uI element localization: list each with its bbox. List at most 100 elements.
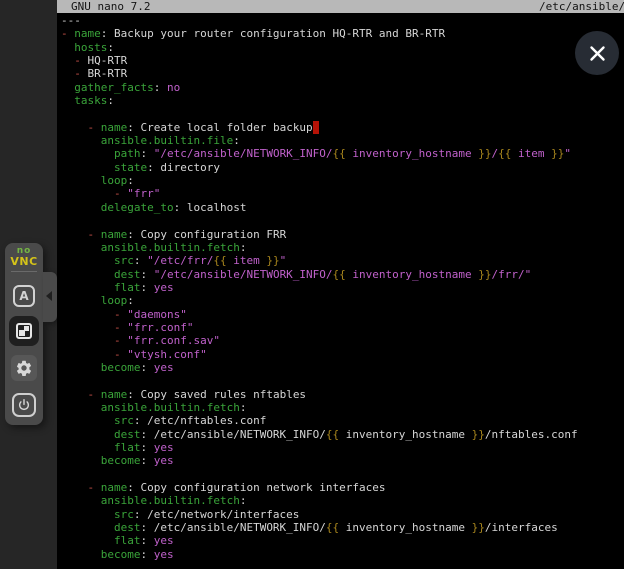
code-token: }} <box>266 254 279 267</box>
code-token: "frr.conf" <box>127 321 193 334</box>
code-token <box>94 481 101 494</box>
terminal-line <box>61 468 624 481</box>
code-token <box>61 187 114 200</box>
toolbar-divider <box>11 271 37 272</box>
code-token: : <box>141 454 154 467</box>
code-token: dest <box>114 268 141 281</box>
code-token: name <box>101 228 128 241</box>
code-token <box>61 414 114 427</box>
letter-a-icon: A <box>19 289 28 303</box>
code-token: ansible.builtin.fetch <box>101 494 240 507</box>
code-token: tasks <box>74 94 107 107</box>
terminal-line: - HQ-RTR <box>61 54 624 67</box>
terminal-line: - "vtysh.conf" <box>61 348 624 361</box>
code-token <box>61 147 114 160</box>
terminal-line: - name: Copy saved rules nftables <box>61 388 624 401</box>
code-token <box>94 388 101 401</box>
terminal-line: dest: /etc/ansible/NETWORK_INFO/{{ inven… <box>61 428 624 441</box>
terminal-line: ansible.builtin.file: <box>61 134 624 147</box>
code-token <box>61 281 114 294</box>
terminal-line: - name: Copy configuration FRR <box>61 228 624 241</box>
code-token: - <box>114 348 121 361</box>
code-token: flat <box>114 281 141 294</box>
code-token: inventory_hostname <box>346 147 478 160</box>
terminal-window[interactable]: GNU nano 7.2 /etc/ansible/b ---- name: B… <box>57 0 624 569</box>
text-cursor <box>313 121 320 134</box>
code-token: - <box>74 54 81 67</box>
code-token <box>61 81 74 94</box>
code-token: name <box>101 388 128 401</box>
code-token: become <box>101 548 141 561</box>
gear-icon <box>15 359 33 377</box>
terminal-line: flat: yes <box>61 441 624 454</box>
terminal-line: - name: Backup your router configuration… <box>61 27 624 40</box>
code-token: "frr" <box>127 187 160 200</box>
code-token: - <box>114 308 121 321</box>
code-token: : localhost <box>174 201 247 214</box>
code-token: {{ <box>333 147 346 160</box>
code-token <box>94 121 101 134</box>
code-token: delegate_to <box>101 201 174 214</box>
terminal-line: - "frr.conf" <box>61 321 624 334</box>
code-token: /frr/" <box>492 268 532 281</box>
code-token <box>61 241 101 254</box>
code-token <box>61 454 101 467</box>
code-token: : <box>107 41 114 54</box>
code-token: : <box>127 294 134 307</box>
terminal-line: become: yes <box>61 454 624 467</box>
code-token: }} <box>472 428 485 441</box>
code-token: : <box>240 401 247 414</box>
terminal-screen[interactable]: ---- name: Backup your router configurat… <box>61 14 624 569</box>
code-token: inventory_hostname <box>346 268 478 281</box>
terminal-line: flat: yes <box>61 534 624 547</box>
code-token <box>61 268 114 281</box>
code-token <box>61 201 101 214</box>
settings-button[interactable] <box>11 355 37 381</box>
code-token: "/etc/ansible/NETWORK_INFO/ <box>154 268 333 281</box>
code-token: : Copy saved rules nftables <box>127 388 306 401</box>
code-token: yes <box>154 534 174 547</box>
chevron-left-icon <box>46 291 52 301</box>
code-token: " <box>280 254 287 267</box>
code-token: : <box>240 494 247 507</box>
terminal-line: --- <box>61 14 624 27</box>
code-token <box>61 548 101 561</box>
code-token: }} <box>478 268 491 281</box>
code-token <box>61 348 114 361</box>
close-icon <box>589 45 606 62</box>
code-token: : <box>107 94 114 107</box>
code-token: {{ <box>326 521 339 534</box>
code-token <box>61 441 114 454</box>
terminal-line: - "daemons" <box>61 308 624 321</box>
code-token: yes <box>154 454 174 467</box>
code-token: yes <box>154 361 174 374</box>
code-token <box>61 388 88 401</box>
code-token: BR-RTR <box>81 67 127 80</box>
code-token: "/etc/ansible/NETWORK_INFO/ <box>154 147 333 160</box>
terminal-line: path: "/etc/ansible/NETWORK_INFO/{{ inve… <box>61 147 624 160</box>
code-token <box>61 161 114 174</box>
terminal-line: - "frr.conf.sav" <box>61 334 624 347</box>
code-token <box>61 254 114 267</box>
code-token: : Copy configuration FRR <box>127 228 286 241</box>
power-icon <box>17 398 31 412</box>
code-token: name <box>74 27 101 40</box>
terminal-line: src: /etc/network/interfaces <box>61 508 624 521</box>
control-bar-handle[interactable] <box>43 272 57 322</box>
power-button[interactable] <box>12 393 36 417</box>
close-button[interactable] <box>575 31 619 75</box>
fullscreen-icon <box>16 323 32 339</box>
code-token: }} <box>551 147 564 160</box>
terminal-line: hosts: <box>61 41 624 54</box>
code-token: {{ <box>213 254 226 267</box>
extra-keys-button[interactable]: A <box>13 285 35 307</box>
code-token: yes <box>154 441 174 454</box>
code-token: path <box>114 147 141 160</box>
code-token: - <box>61 27 68 40</box>
code-token: : <box>140 281 153 294</box>
fullscreen-button[interactable] <box>9 316 39 346</box>
novnc-logo: no VNC <box>5 247 43 267</box>
terminal-line: delegate_to: localhost <box>61 201 624 214</box>
code-token: flat <box>114 441 141 454</box>
code-token <box>61 534 114 547</box>
